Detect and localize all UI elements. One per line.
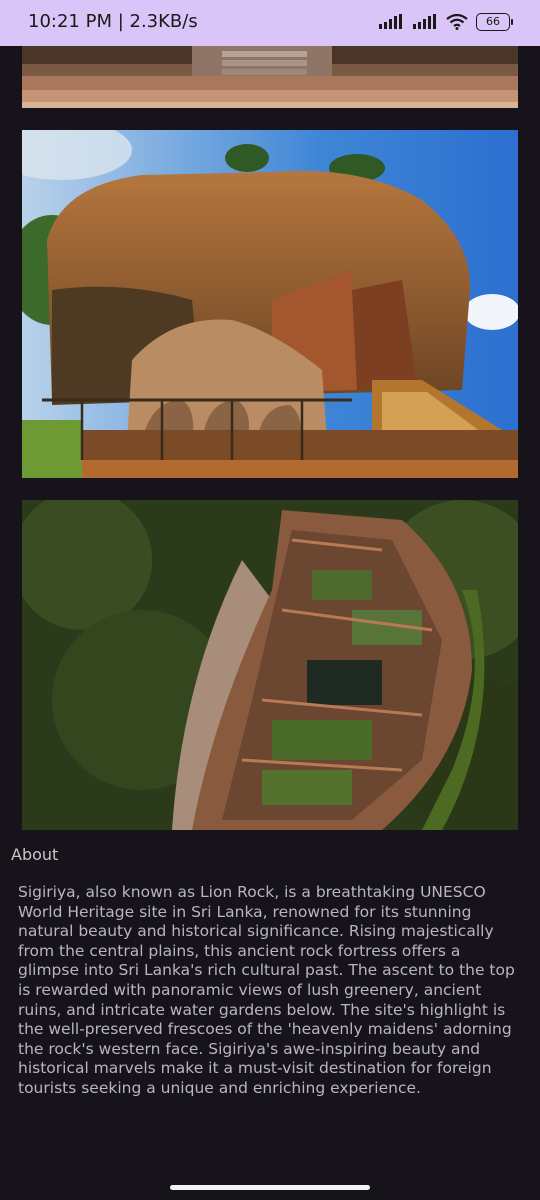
signal-icon xyxy=(379,14,402,29)
signal-icon xyxy=(413,14,436,29)
status-bar: 10:21 PM | 2.3KB/s 66 xyxy=(0,0,540,46)
about-description: Sigiriya, also known as Lion Rock, is a … xyxy=(18,883,515,1097)
status-time: 10:21 PM | 2.3KB/s xyxy=(28,11,198,32)
aerial-summit-photo[interactable] xyxy=(22,500,518,830)
stone-steps-photo[interactable] xyxy=(22,46,518,108)
status-icons: 66 xyxy=(378,13,513,31)
home-indicator[interactable] xyxy=(170,1185,370,1190)
lion-paws-photo[interactable] xyxy=(22,130,518,478)
about-heading: About xyxy=(11,845,59,864)
wifi-icon xyxy=(446,14,468,30)
battery-icon: 66 xyxy=(476,13,513,31)
